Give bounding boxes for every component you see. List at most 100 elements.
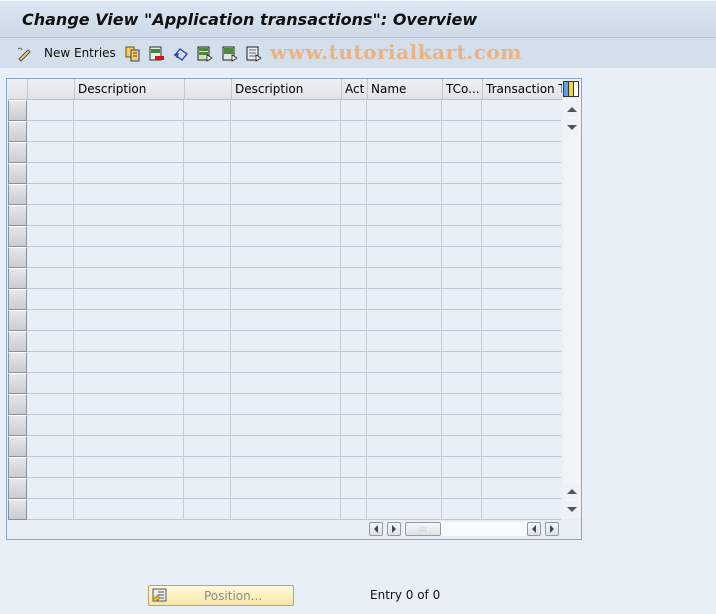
- table-cell[interactable]: [341, 163, 367, 184]
- table-cell[interactable]: [367, 352, 442, 373]
- row-selector-button[interactable]: [8, 268, 27, 289]
- scroll-up-button[interactable]: [564, 101, 580, 117]
- table-cell[interactable]: [367, 289, 442, 310]
- table-cell[interactable]: [231, 100, 341, 121]
- table-cell[interactable]: [74, 163, 184, 184]
- table-cell[interactable]: [27, 121, 74, 142]
- table-cell[interactable]: [442, 268, 482, 289]
- table-cell[interactable]: [442, 205, 482, 226]
- table-cell[interactable]: [442, 394, 482, 415]
- table-cell[interactable]: [482, 205, 561, 226]
- table-cell[interactable]: [74, 142, 184, 163]
- table-cell[interactable]: [482, 331, 561, 352]
- table-cell[interactable]: [367, 268, 442, 289]
- table-cell[interactable]: [341, 184, 367, 205]
- table-cell[interactable]: [442, 478, 482, 499]
- table-cell[interactable]: [184, 478, 231, 499]
- table-cell[interactable]: [74, 415, 184, 436]
- table-cell[interactable]: [341, 373, 367, 394]
- row-selector-button[interactable]: [8, 415, 27, 436]
- row-selector-button[interactable]: [8, 457, 27, 478]
- table-cell[interactable]: [341, 394, 367, 415]
- scroll-page-down-button[interactable]: [564, 501, 580, 517]
- table-cell[interactable]: [27, 394, 74, 415]
- table-cell[interactable]: [27, 289, 74, 310]
- table-cell[interactable]: [341, 499, 367, 520]
- table-cell[interactable]: [367, 415, 442, 436]
- scroll-down-button[interactable]: [564, 119, 580, 135]
- table-cell[interactable]: [27, 310, 74, 331]
- table-cell[interactable]: [27, 373, 74, 394]
- table-cell[interactable]: [482, 289, 561, 310]
- table-cell[interactable]: [341, 268, 367, 289]
- table-cell[interactable]: [74, 457, 184, 478]
- table-cell[interactable]: [184, 100, 231, 121]
- row-selector-button[interactable]: [8, 163, 27, 184]
- table-cell[interactable]: [231, 163, 341, 184]
- table-cell[interactable]: [184, 226, 231, 247]
- column-header-description[interactable]: Description: [75, 79, 185, 100]
- column-header[interactable]: [185, 79, 232, 100]
- table-cell[interactable]: [367, 100, 442, 121]
- table-cell[interactable]: [184, 331, 231, 352]
- scroll-last-column-button[interactable]: [545, 522, 559, 536]
- table-cell[interactable]: [74, 247, 184, 268]
- table-cell[interactable]: [442, 499, 482, 520]
- delete-button[interactable]: [149, 44, 164, 62]
- row-selector-button[interactable]: [8, 352, 27, 373]
- table-cell[interactable]: [184, 247, 231, 268]
- table-cell[interactable]: [74, 310, 184, 331]
- table-cell[interactable]: [231, 268, 341, 289]
- table-cell[interactable]: [74, 352, 184, 373]
- table-cell[interactable]: [367, 121, 442, 142]
- table-cell[interactable]: [27, 205, 74, 226]
- table-cell[interactable]: [482, 247, 561, 268]
- row-selector-button[interactable]: [8, 205, 27, 226]
- table-cell[interactable]: [27, 457, 74, 478]
- position-button[interactable]: Position...: [148, 585, 294, 606]
- new-entries-button[interactable]: New Entries: [16, 44, 116, 62]
- row-selector-button[interactable]: [8, 310, 27, 331]
- column-header-description[interactable]: Description: [232, 79, 342, 100]
- table-cell[interactable]: [482, 436, 561, 457]
- table-cell[interactable]: [184, 184, 231, 205]
- row-selector-button[interactable]: [8, 394, 27, 415]
- table-cell[interactable]: [184, 394, 231, 415]
- select-block-button[interactable]: [222, 44, 238, 62]
- table-cell[interactable]: [367, 499, 442, 520]
- table-cell[interactable]: [74, 121, 184, 142]
- copy-button[interactable]: [125, 44, 140, 62]
- select-all-button[interactable]: [197, 44, 213, 62]
- table-cell[interactable]: [184, 163, 231, 184]
- table-cell[interactable]: [482, 163, 561, 184]
- table-cell[interactable]: [367, 436, 442, 457]
- row-selector-button[interactable]: [8, 373, 27, 394]
- table-cell[interactable]: [74, 226, 184, 247]
- table-cell[interactable]: [231, 457, 341, 478]
- table-cell[interactable]: [367, 457, 442, 478]
- table-cell[interactable]: [482, 184, 561, 205]
- row-selector-button[interactable]: [8, 142, 27, 163]
- table-cell[interactable]: [442, 184, 482, 205]
- table-cell[interactable]: [341, 331, 367, 352]
- table-cell[interactable]: [184, 205, 231, 226]
- table-cell[interactable]: [184, 436, 231, 457]
- table-cell[interactable]: [367, 394, 442, 415]
- table-cell[interactable]: [27, 184, 74, 205]
- table-cell[interactable]: [231, 331, 341, 352]
- table-cell[interactable]: [231, 373, 341, 394]
- undo-change-button[interactable]: [173, 44, 188, 62]
- column-configuration-button[interactable]: [563, 81, 579, 97]
- table-cell[interactable]: [482, 121, 561, 142]
- table-cell[interactable]: [482, 100, 561, 121]
- table-cell[interactable]: [27, 247, 74, 268]
- scroll-left-button[interactable]: [387, 522, 401, 536]
- table-cell[interactable]: [367, 247, 442, 268]
- table-cell[interactable]: [74, 184, 184, 205]
- table-cell[interactable]: [74, 436, 184, 457]
- table-cell[interactable]: [482, 499, 561, 520]
- table-cell[interactable]: [442, 289, 482, 310]
- table-cell[interactable]: [74, 289, 184, 310]
- table-cell[interactable]: [367, 478, 442, 499]
- table-cell[interactable]: [482, 457, 561, 478]
